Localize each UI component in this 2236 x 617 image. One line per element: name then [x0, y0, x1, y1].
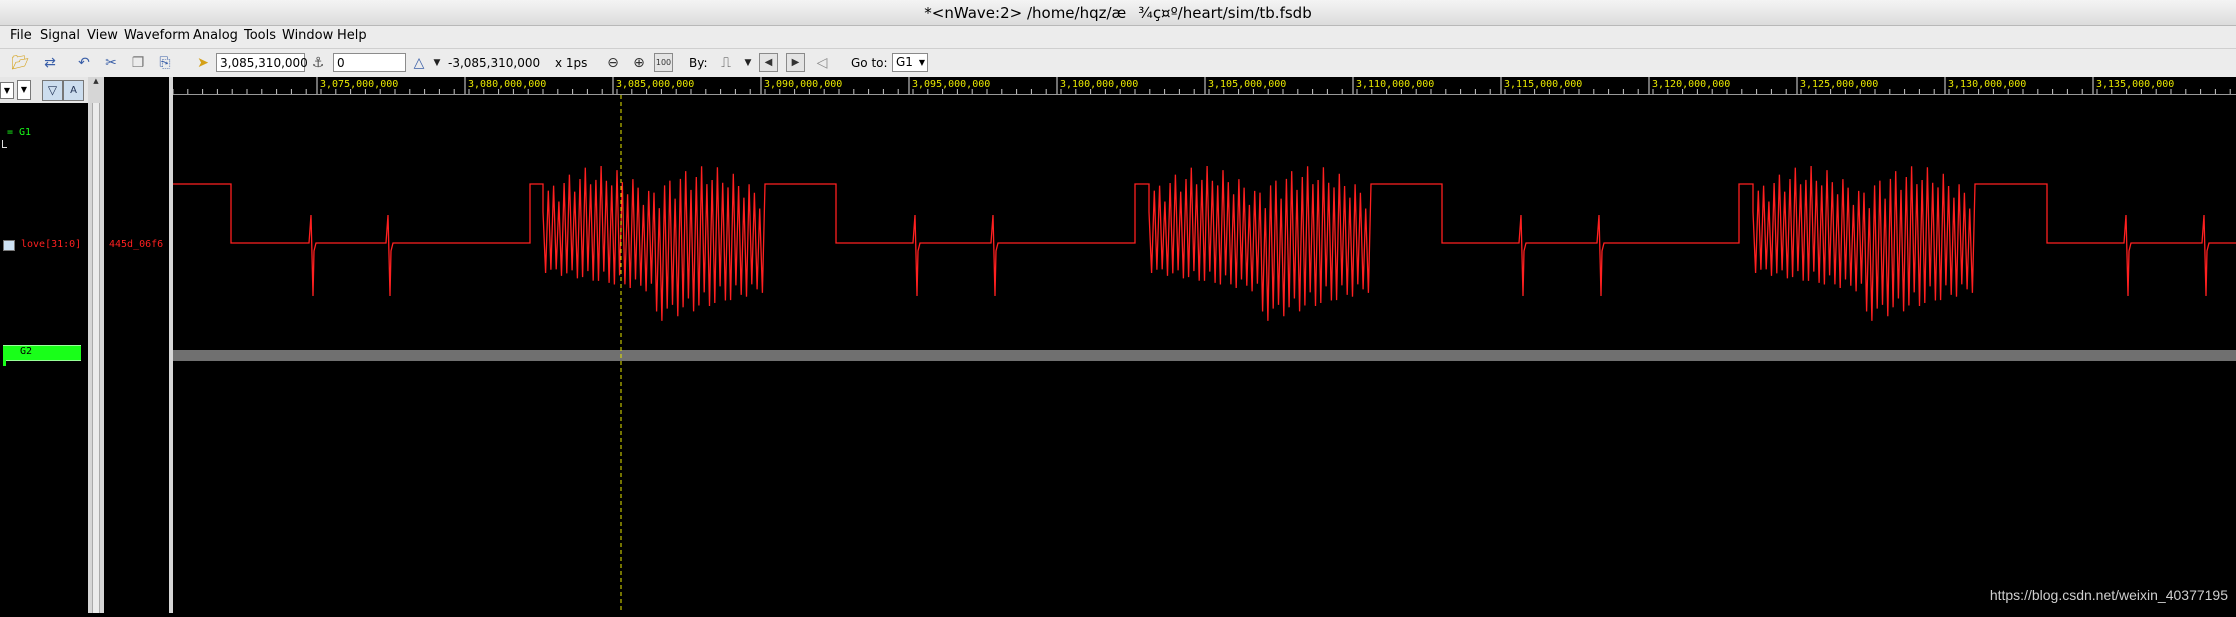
panel-chevron-down-icon[interactable]: ▼	[17, 80, 31, 100]
search-back-icon[interactable]: ◁	[812, 53, 832, 73]
by-dropdown-icon[interactable]: ▼	[738, 53, 758, 73]
ruler-label: 3,095,000,000	[912, 79, 990, 90]
search-prev-icon[interactable]: ◀	[759, 53, 778, 72]
waveform-trace-love	[173, 165, 2236, 321]
panel-splitter[interactable]: ▲	[88, 77, 104, 613]
group-g2-row[interactable]: G2	[3, 345, 81, 361]
search-by-icon[interactable]: ⎍	[716, 53, 736, 73]
zoom-in-icon[interactable]: ⊕	[629, 53, 649, 73]
menu-signal[interactable]: Signal	[40, 28, 80, 43]
ruler-label: 3,125,000,000	[1800, 79, 1878, 90]
ruler-label: 3,100,000,000	[1060, 79, 1138, 90]
ruler-label: 3,115,000,000	[1504, 79, 1582, 90]
toolbar: 📂︎ ⇄ ↶ ✂ ❐ ⎘ ➤ 3,085,310,000 ⚓ 0 △ ▼ -3,…	[0, 49, 2236, 78]
sort-icon[interactable]: A	[63, 80, 84, 101]
copy-icon[interactable]: ❐	[128, 53, 148, 73]
watermark: https://blog.csdn.net/weixin_40377195	[1989, 587, 2228, 603]
goto-select[interactable]: G1 ▼	[892, 53, 928, 72]
group-g1[interactable]: = G1	[7, 127, 31, 138]
ruler-label: 3,075,000,000	[320, 79, 398, 90]
reload-icon[interactable]: ⇄	[40, 53, 60, 73]
menu-waveform[interactable]: Waveform	[124, 28, 190, 43]
menu-view[interactable]: View	[87, 28, 118, 43]
ruler-label: 3,130,000,000	[1948, 79, 2026, 90]
open-folder-icon[interactable]: 📂︎	[10, 53, 30, 73]
menu-window[interactable]: Window	[282, 28, 333, 43]
filter-icon[interactable]: ▽	[42, 80, 63, 101]
by-label: By:	[689, 56, 708, 70]
ruler-scale: 3,075,000,000 3,080,000,000 3,085,000,000 3…	[172, 77, 2231, 94]
signal-value-love: 445d_06f6	[109, 239, 164, 250]
ruler-label: 3,080,000,000	[468, 79, 546, 90]
chevron-down-icon: ▼	[918, 58, 925, 67]
menu-bar: File Signal View Waveform Analog Tools W…	[0, 26, 2236, 49]
value-panel: 445d_06f6	[104, 77, 169, 613]
signal-name-love[interactable]: love[31:0]	[21, 239, 81, 250]
waveform-canvas	[173, 95, 2236, 613]
window-title: *<nWave:2> /home/hqz/æ¾ç¤º/heart/sim/tb…	[924, 4, 1312, 22]
time-unit: x 1ps	[555, 56, 588, 70]
ruler-label: 3,105,000,000	[1208, 79, 1286, 90]
bus-signal-icon	[3, 240, 15, 251]
signal-panel: ▼ ▼ ▽ A = G1 love[31:0] G2	[0, 77, 88, 613]
zoom-out-icon[interactable]: ⊖	[603, 53, 623, 73]
ruler-label: 3,110,000,000	[1356, 79, 1434, 90]
zoom-100-icon[interactable]: 100	[654, 53, 673, 72]
marker-time-field[interactable]: 0	[333, 53, 406, 72]
vertical-scrollbar[interactable]	[92, 103, 100, 613]
menu-analog[interactable]: Analog	[193, 28, 238, 43]
tree-line	[2, 140, 7, 148]
search-next-icon[interactable]: ▶	[786, 53, 805, 72]
delta-dropdown-icon[interactable]: ▼	[427, 53, 447, 73]
title-bar: *<nWave:2> /home/hqz/æ¾ç¤º/heart/sim/tb…	[0, 0, 2236, 26]
menu-tools[interactable]: Tools	[244, 28, 276, 43]
signal-panel-toolbar: ▼ ▼ ▽ A	[0, 77, 88, 103]
time-ruler[interactable]: 3,075,000,000 3,080,000,000 3,085,000,000 3…	[172, 77, 2236, 95]
scroll-up-icon[interactable]: ▲	[92, 77, 100, 87]
undo-icon[interactable]: ↶	[74, 53, 94, 73]
ruler-label: 3,085,000,000	[616, 79, 694, 90]
waveform-area[interactable]	[173, 95, 2236, 613]
menu-file[interactable]: File	[10, 28, 32, 43]
cut-icon[interactable]: ✂	[101, 53, 121, 73]
menu-help[interactable]: Help	[337, 28, 367, 43]
cursor-pointer-icon[interactable]: ➤	[193, 53, 213, 73]
delta-up-icon[interactable]: △	[409, 53, 429, 73]
delta-time: -3,085,310,000	[448, 56, 541, 70]
ruler-label: 3,135,000,000	[2096, 79, 2174, 90]
tree-line	[3, 360, 6, 366]
ruler-label: 3,090,000,000	[764, 79, 842, 90]
panel-dropdown-icon[interactable]: ▼	[0, 82, 14, 99]
paste-icon[interactable]: ⎘	[155, 53, 175, 73]
goto-label: Go to:	[851, 56, 888, 70]
ruler-label: 3,120,000,000	[1652, 79, 1730, 90]
marker-icon[interactable]: ⚓	[308, 53, 328, 73]
cursor-time-field[interactable]: 3,085,310,000	[216, 53, 308, 72]
group-separator-bar	[173, 350, 2236, 361]
group-g2: G2	[20, 346, 33, 357]
goto-value: G1	[896, 55, 913, 69]
